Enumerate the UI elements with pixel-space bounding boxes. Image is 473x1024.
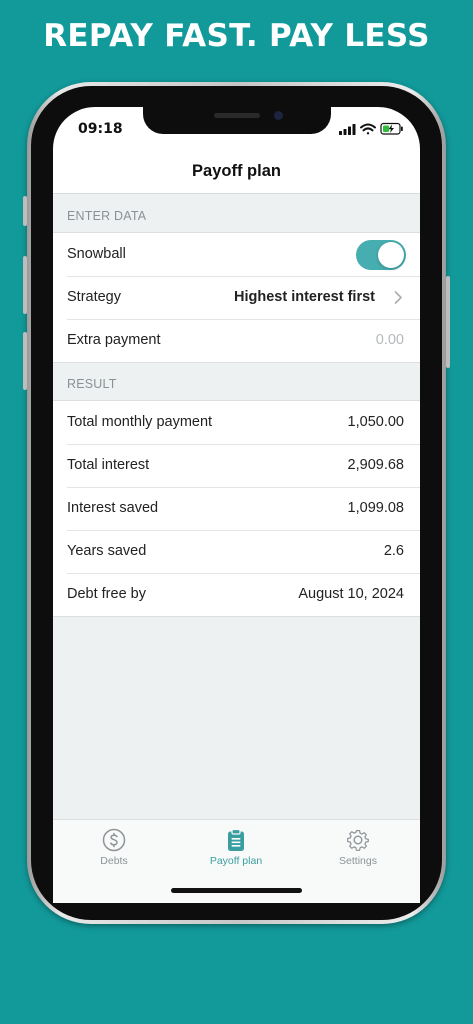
front-camera [274,111,283,120]
tab-label: Settings [339,855,377,867]
result-row-debt-free-by: Debt free by August 10, 2024 [53,573,420,616]
snowball-toggle[interactable] [356,240,406,270]
cellular-signal-icon [339,124,356,135]
result-label: Total monthly payment [67,414,213,430]
power-button [446,276,450,368]
gear-icon [347,830,369,851]
tab-debts[interactable]: Debts [53,820,175,870]
snowball-row: Snowball [53,233,420,276]
mute-switch [23,196,27,226]
tab-payoff-plan[interactable]: Payoff plan [175,820,297,870]
result-value: August 10, 2024 [298,586,404,602]
speaker [214,113,260,118]
chevron-right-icon [394,291,402,304]
section-header-enter-data: ENTER DATA [67,209,147,223]
notch [143,107,331,134]
result-row-total-monthly-payment: Total monthly payment 1,050.00 [53,401,420,444]
result-label: Years saved [67,543,147,559]
tab-settings[interactable]: Settings [297,820,419,870]
result-row-total-interest: Total interest 2,909.68 [53,444,420,487]
toggle-knob [378,242,404,268]
clipboard-icon [228,828,244,851]
section-header-result: RESULT [67,377,117,391]
result-value: 1,099.08 [347,500,404,516]
content-area: ENTER DATA Snowball Strategy Highest int… [53,193,420,819]
dollar-circle-icon [102,828,126,852]
extra-payment-row: Extra payment 0.00 [53,319,420,362]
result-row-years-saved: Years saved 2.6 [53,530,420,573]
result-value: 2,909.68 [347,457,404,473]
volume-up-button [23,256,27,314]
result-label: Interest saved [67,500,159,516]
strategy-row[interactable]: Strategy Highest interest first [53,276,420,319]
page-title: Payoff plan [192,162,281,180]
volume-down-button [23,332,27,390]
result-group: Total monthly payment 1,050.00 Total int… [53,400,420,617]
wifi-icon [360,123,376,135]
home-indicator [171,888,302,893]
result-row-interest-saved: Interest saved 1,099.08 [53,487,420,530]
status-icons [339,122,403,135]
status-time: 09:18 [78,121,123,137]
snowball-label: Snowball [67,246,126,262]
headline: REPAY FAST. PAY LESS [43,18,430,54]
tab-label: Payoff plan [209,855,263,867]
result-value: 1,050.00 [347,414,404,430]
result-value: 2.6 [383,543,404,559]
battery-charging-icon [380,122,403,135]
strategy-value: Highest interest first [234,289,375,305]
enter-data-group: Snowball Strategy Highest interest first… [53,232,420,363]
strategy-label: Strategy [67,289,121,305]
extra-payment-input[interactable]: 0.00 [376,319,404,362]
tab-label: Debts [100,855,128,867]
result-label: Total interest [67,457,150,473]
extra-payment-label: Extra payment [67,332,161,348]
result-label: Debt free by [67,586,146,602]
